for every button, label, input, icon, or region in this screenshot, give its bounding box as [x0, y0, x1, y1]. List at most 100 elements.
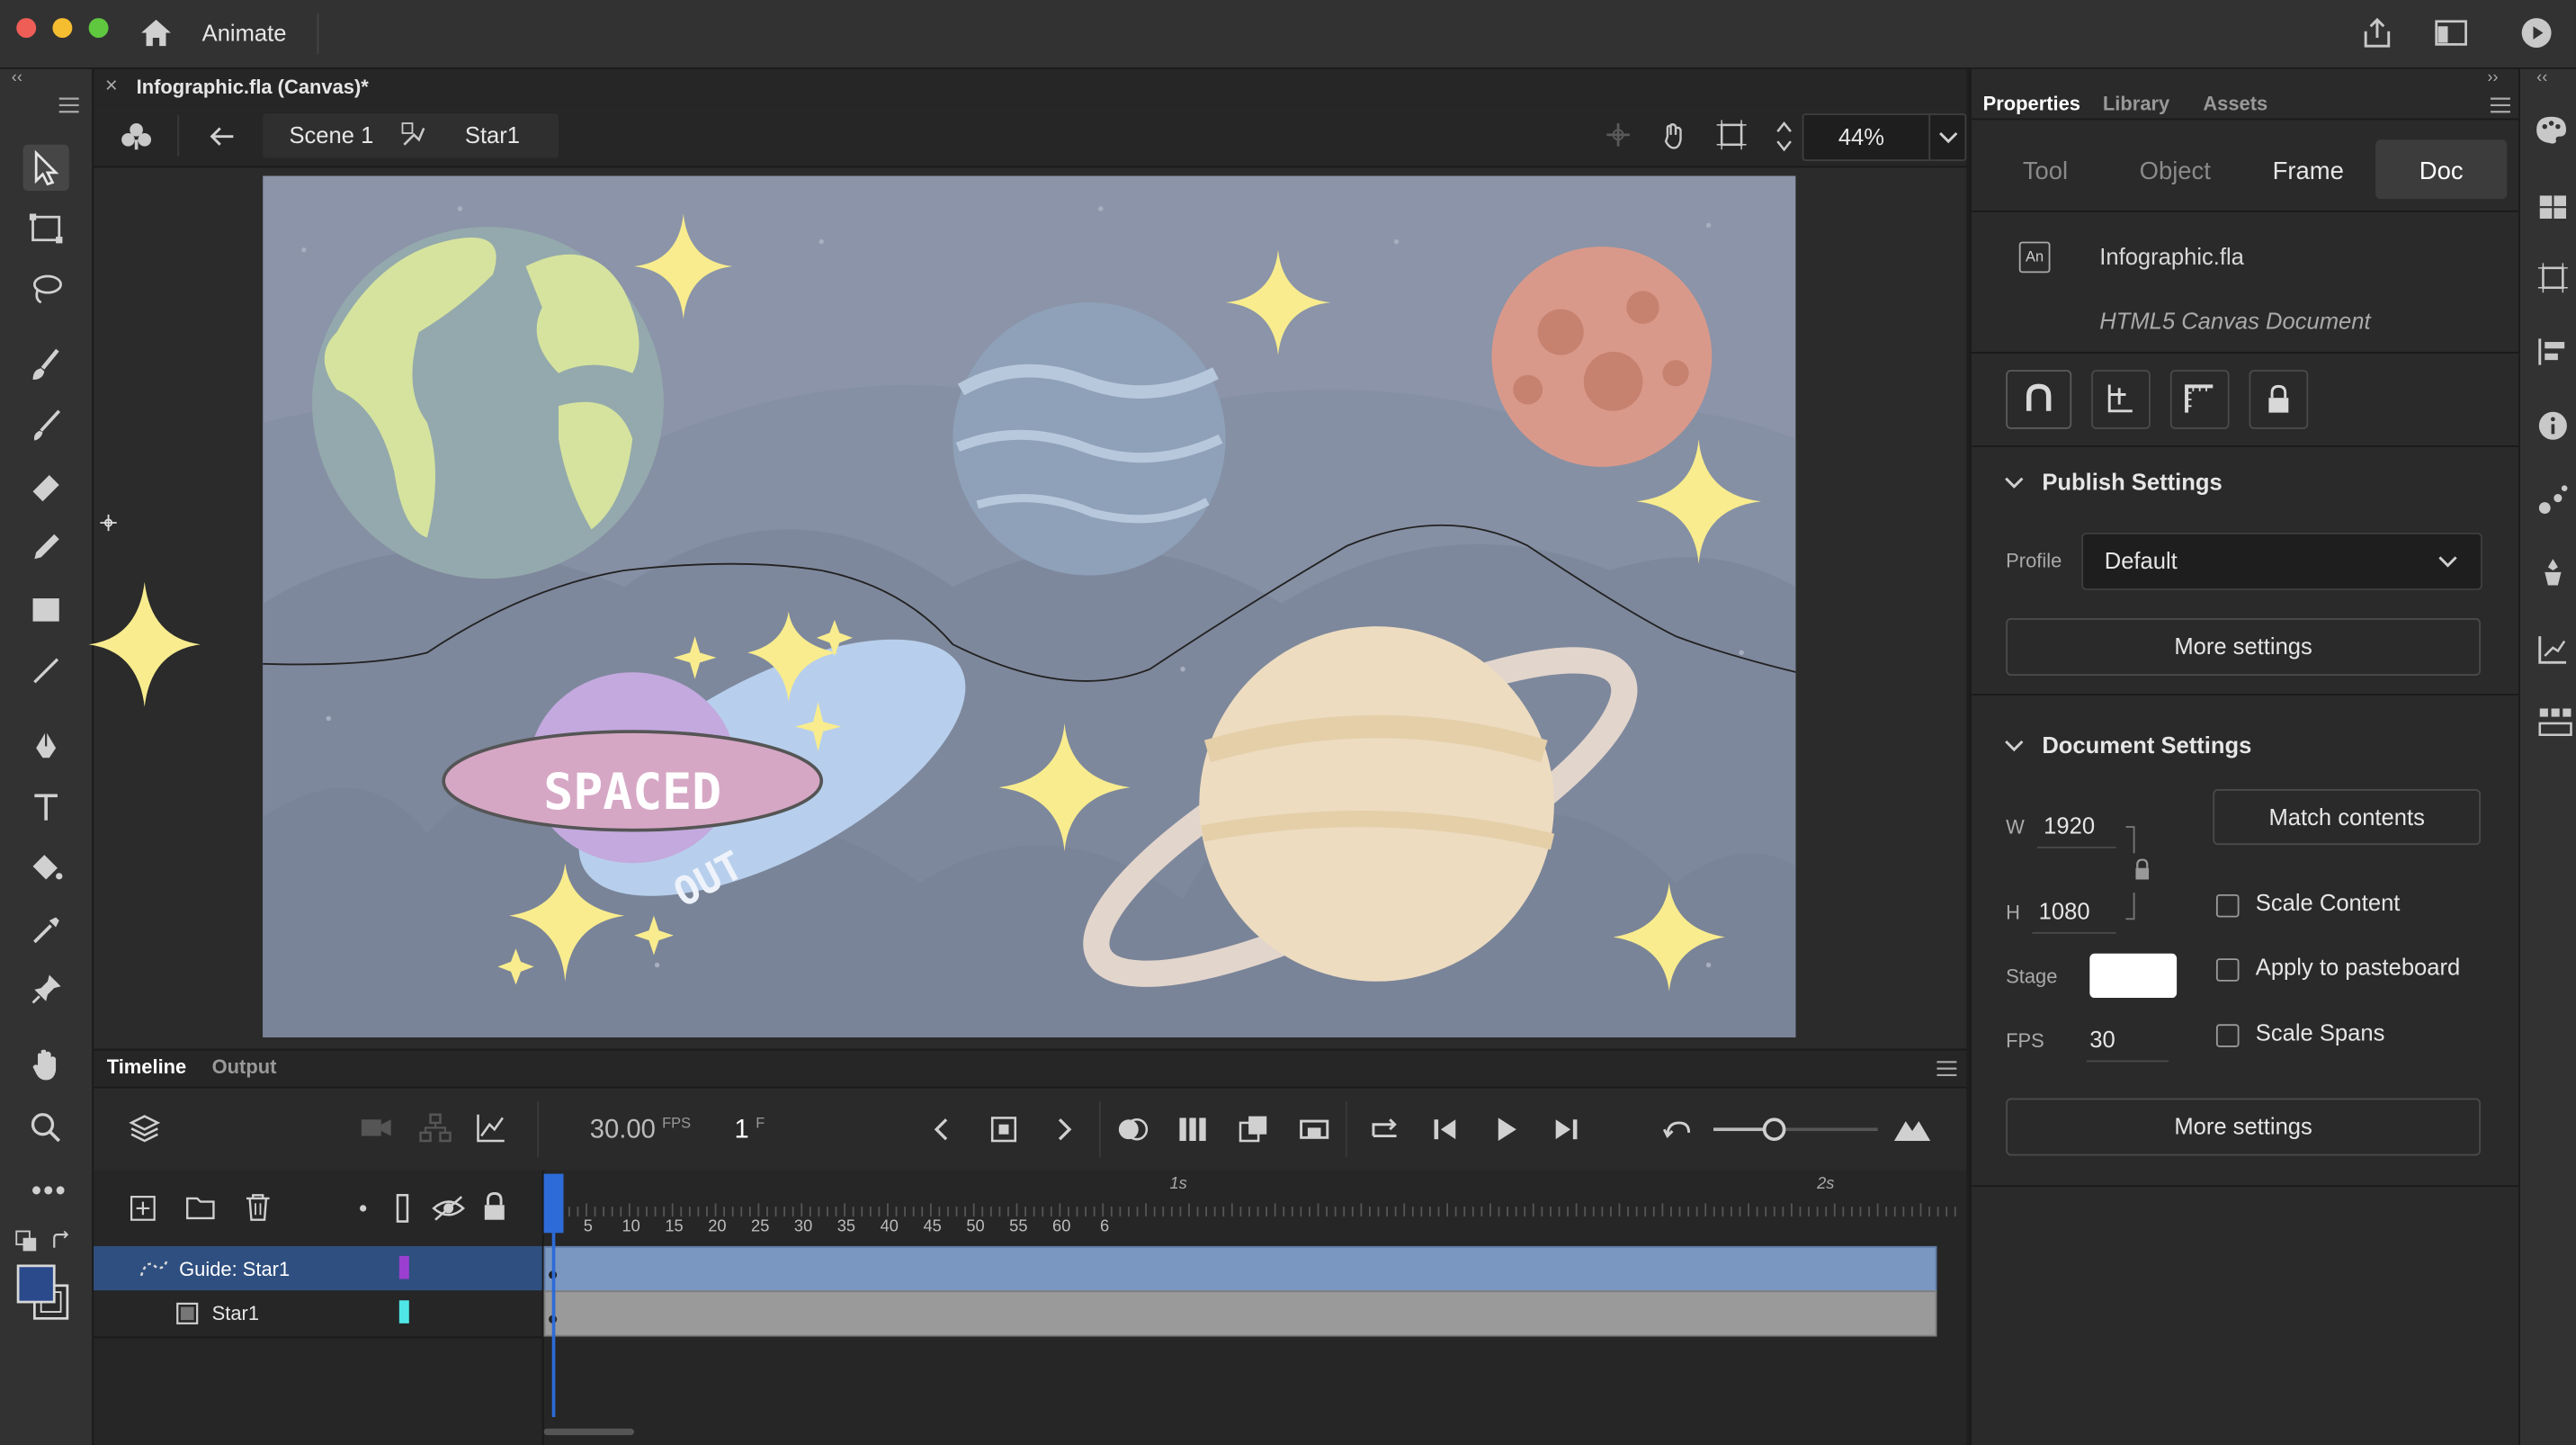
- hide-all-layers-icon[interactable]: [432, 1195, 465, 1221]
- document-settings-title[interactable]: Document Settings: [2042, 731, 2251, 758]
- rectangle-tool-icon[interactable]: [23, 587, 69, 633]
- profile-dropdown[interactable]: Default: [2081, 532, 2482, 590]
- free-transform-tool-icon[interactable]: [23, 205, 69, 251]
- tab-library[interactable]: Library: [2103, 92, 2169, 115]
- frame-view-icon[interactable]: [1178, 1115, 1208, 1144]
- layer-color-swatch[interactable]: [398, 1255, 409, 1279]
- frame-ruler[interactable]: 1s 2s 5 10 15 20 25 30 35 40 45 50 55 60 6: [543, 1170, 1967, 1246]
- chevron-down-icon[interactable]: [2004, 738, 2024, 754]
- layer-row-star1[interactable]: Star1: [94, 1290, 542, 1335]
- share-icon[interactable]: [2361, 16, 2394, 49]
- chevron-down-icon[interactable]: [2004, 475, 2024, 491]
- home-icon[interactable]: [139, 18, 173, 48]
- subtab-frame[interactable]: Frame: [2242, 157, 2374, 185]
- layer-name-guide[interactable]: Guide: Star1: [179, 1258, 290, 1281]
- swap-colors-icon[interactable]: [51, 1230, 71, 1251]
- camera-icon[interactable]: [361, 1117, 391, 1140]
- selection-tool-icon[interactable]: [22, 144, 69, 191]
- match-contents-button[interactable]: Match contents: [2213, 789, 2482, 846]
- next-keyframe-icon[interactable]: [1055, 1117, 1075, 1141]
- maximize-window-button[interactable]: [88, 18, 109, 39]
- fps-value[interactable]: 30.00: [590, 1117, 656, 1146]
- layer-name-star1[interactable]: Star1: [212, 1302, 259, 1325]
- previous-keyframe-icon[interactable]: [932, 1117, 952, 1141]
- step-forward-icon[interactable]: [1552, 1117, 1579, 1143]
- height-field[interactable]: 1080: [2039, 898, 2090, 924]
- back-arrow-icon[interactable]: [209, 125, 235, 148]
- motion-editor-icon[interactable]: [2538, 634, 2568, 664]
- zoom-dropdown[interactable]: 44%: [1802, 113, 1967, 162]
- brush-tool-icon[interactable]: [23, 403, 69, 449]
- eyedropper-tool-icon[interactable]: [23, 908, 69, 954]
- parenting-icon[interactable]: [419, 1113, 452, 1143]
- tab-assets[interactable]: Assets: [2203, 92, 2267, 115]
- document-more-settings-button[interactable]: More settings: [2006, 1098, 2482, 1156]
- lock-all-layers-icon[interactable]: [483, 1192, 506, 1222]
- scale-content-label[interactable]: Scale Content: [2256, 889, 2401, 915]
- pin-tool-icon[interactable]: [23, 966, 69, 1012]
- subtab-doc[interactable]: Doc: [2375, 139, 2508, 200]
- scale-spans-label[interactable]: Scale Spans: [2256, 1019, 2385, 1046]
- tab-timeline[interactable]: Timeline: [107, 1055, 187, 1079]
- workspace-icon[interactable]: [2435, 20, 2468, 46]
- frame-size-slider[interactable]: [1713, 1117, 1878, 1142]
- paint-brush-tool-icon[interactable]: [23, 342, 69, 388]
- stage[interactable]: SPACED OUT: [263, 175, 1796, 1037]
- graph-editor-icon[interactable]: [477, 1113, 506, 1143]
- panel-menu-icon[interactable]: [2490, 97, 2510, 113]
- subtab-tool[interactable]: Tool: [1972, 157, 2119, 185]
- minimize-window-button[interactable]: [52, 18, 73, 39]
- edit-symbols-icon[interactable]: [120, 120, 153, 153]
- close-window-button[interactable]: [16, 18, 37, 39]
- rotate-stage-icon[interactable]: [1658, 120, 1691, 153]
- subtab-object[interactable]: Object: [2109, 157, 2241, 185]
- slider-thumb[interactable]: [1762, 1117, 1786, 1142]
- guide-tween-span[interactable]: [543, 1245, 1937, 1293]
- expand-dock-icon[interactable]: ‹‹: [2536, 69, 2547, 87]
- publish-more-settings-button[interactable]: More settings: [2006, 617, 2482, 676]
- align-panel-icon[interactable]: [2538, 338, 2568, 365]
- scale-content-checkbox[interactable]: [2215, 893, 2240, 918]
- scale-spans-checkbox[interactable]: [2215, 1024, 2240, 1047]
- tab-output[interactable]: Output: [212, 1055, 277, 1079]
- step-back-icon[interactable]: [1433, 1117, 1459, 1143]
- apply-pasteboard-label[interactable]: Apply to pasteboard: [2256, 954, 2460, 980]
- apply-pasteboard-checkbox[interactable]: [2215, 958, 2240, 982]
- line-tool-icon[interactable]: [23, 648, 69, 694]
- eraser-tool-icon[interactable]: [23, 463, 69, 509]
- layer-color-swatch[interactable]: [398, 1300, 409, 1324]
- rulers-icon[interactable]: [2169, 370, 2230, 429]
- snap-icon[interactable]: [1605, 121, 1631, 148]
- publish-settings-title[interactable]: Publish Settings: [2042, 469, 2222, 495]
- paint-bucket-tool-icon[interactable]: [23, 845, 69, 891]
- text-tool-icon[interactable]: [23, 785, 69, 830]
- loop-playback-icon[interactable]: [1368, 1115, 1401, 1144]
- star1-tween-span[interactable]: [543, 1290, 1937, 1337]
- more-tools-icon[interactable]: •••: [31, 1174, 67, 1208]
- snap-to-objects-icon[interactable]: [2006, 370, 2072, 429]
- timeline-menu-icon[interactable]: [1936, 1060, 1957, 1077]
- playhead[interactable]: [543, 1173, 564, 1234]
- components-panel-icon[interactable]: [2538, 707, 2572, 737]
- edit-multiple-frames-icon[interactable]: [1239, 1115, 1268, 1144]
- tab-properties[interactable]: Properties: [1983, 92, 2080, 115]
- insert-keyframe-icon[interactable]: [989, 1115, 1019, 1144]
- stage-color-swatch[interactable]: [2089, 953, 2178, 999]
- center-frame-icon[interactable]: [1662, 1117, 1692, 1143]
- info-panel-icon[interactable]: [2538, 411, 2568, 441]
- swatches-panel-icon[interactable]: [2538, 194, 2568, 220]
- layers-icon[interactable]: [129, 1113, 161, 1143]
- hand-tool-icon[interactable]: [23, 1042, 69, 1088]
- link-dimensions-icon[interactable]: [2124, 823, 2151, 922]
- lock-guides-icon[interactable]: [2249, 370, 2309, 429]
- lasso-tool-icon[interactable]: [23, 266, 69, 312]
- scene-edit-icon[interactable]: [2091, 370, 2151, 429]
- loop-icon[interactable]: [1300, 1115, 1329, 1144]
- assets-panel-icon[interactable]: [2538, 556, 2568, 589]
- layer-row-guide[interactable]: Guide: Star1: [94, 1245, 542, 1291]
- default-colors-icon[interactable]: [15, 1230, 37, 1252]
- onion-skin-icon[interactable]: [1115, 1115, 1149, 1144]
- breadcrumb-scene[interactable]: Scene 1: [289, 121, 373, 148]
- zoom-tool-icon[interactable]: [23, 1105, 69, 1151]
- width-field[interactable]: 1920: [2044, 812, 2095, 839]
